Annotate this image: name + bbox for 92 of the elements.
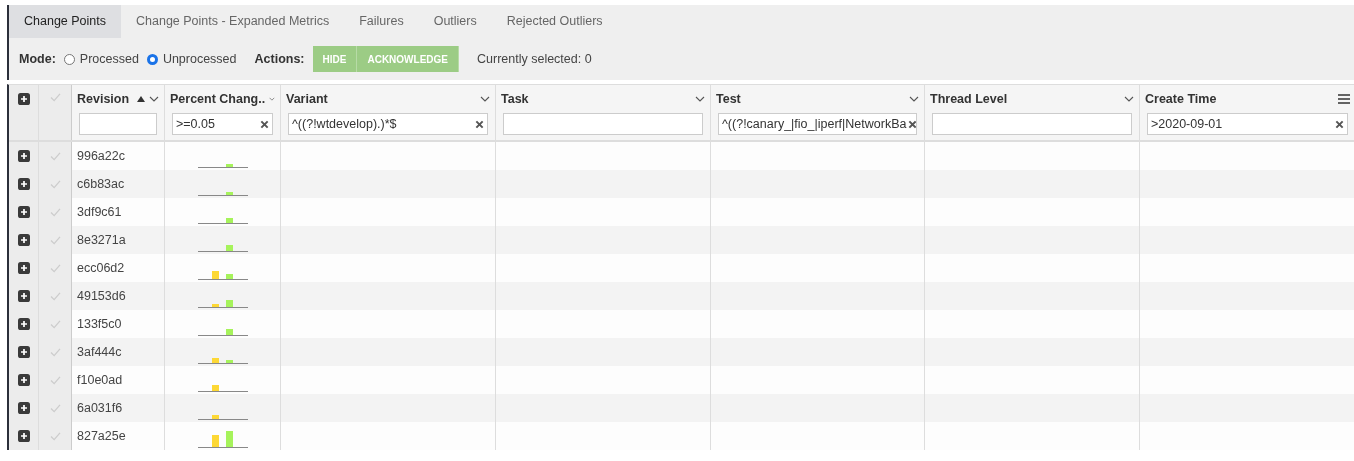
sparkline <box>197 271 248 280</box>
filter-field[interactable] <box>503 113 703 135</box>
revision-text: 3df9c61 <box>77 205 122 219</box>
check-icon[interactable] <box>49 319 61 329</box>
radio-icon[interactable] <box>146 53 158 65</box>
column-title: Create Time <box>1145 92 1218 106</box>
chevron-down-icon[interactable] <box>480 96 490 102</box>
tab[interactable]: Rejected Outliers <box>491 5 618 38</box>
radio-label: Unprocessed <box>162 52 237 66</box>
tab[interactable]: Change Points <box>9 5 121 38</box>
expand-icon[interactable] <box>17 402 30 414</box>
expand-icon[interactable] <box>17 374 30 386</box>
revision-text: 3af444c <box>77 345 122 359</box>
expand-icon[interactable] <box>17 262 30 274</box>
sparkline <box>197 300 248 308</box>
filter-field[interactable]: >2020-09-01 <box>1147 113 1348 135</box>
revision-text: 827a25e <box>77 429 126 443</box>
clear-icon[interactable] <box>1335 119 1344 129</box>
filter-field[interactable] <box>932 113 1132 135</box>
clear-icon[interactable] <box>260 119 269 129</box>
radio-label: Processed <box>79 52 139 66</box>
expand-icon[interactable] <box>17 346 30 358</box>
tab[interactable]: Failures <box>344 5 419 38</box>
menu-icon[interactable] <box>1338 94 1350 104</box>
check-icon[interactable] <box>49 179 61 189</box>
check-icon[interactable] <box>49 375 61 385</box>
column-header[interactable]: Thread Level <box>925 85 1140 140</box>
clear-icon[interactable] <box>475 119 484 129</box>
column-title: Variant <box>286 92 329 106</box>
sparkline <box>197 192 248 196</box>
sparkline <box>197 385 248 392</box>
actions-label: Actions: <box>254 52 305 66</box>
check-icon[interactable] <box>49 151 61 161</box>
expand-icon[interactable] <box>17 290 30 302</box>
sparkline <box>197 218 248 224</box>
revision-text: c6b83ac <box>77 177 125 191</box>
mode-label: Mode: <box>19 52 56 66</box>
check-icon[interactable] <box>49 347 61 357</box>
revision-text: f10e0ad <box>77 373 123 387</box>
selection-count: Currently selected: 0 <box>477 52 592 66</box>
column-title: Percent Chang.. <box>170 92 266 106</box>
clear-icon[interactable] <box>908 119 916 129</box>
revision-text: 133f5c0 <box>77 317 122 331</box>
filter-field[interactable]: ^((?!canary_|fio_|iperf|NetworkBa <box>718 113 917 135</box>
column-header[interactable]: Task <box>496 85 711 140</box>
column-header[interactable]: Test ^((?!canary_|fio_|iperf|NetworkBa <box>711 85 925 140</box>
expand-icon[interactable] <box>17 234 30 246</box>
chevron-down-icon[interactable] <box>695 96 705 102</box>
expand-icon[interactable] <box>17 150 30 162</box>
check-icon[interactable] <box>49 431 61 441</box>
sparkline <box>197 245 248 252</box>
expand-icon[interactable] <box>17 430 30 442</box>
column-title: Test <box>716 92 742 106</box>
mode-radio[interactable]: Processed <box>63 52 139 66</box>
expand-icon[interactable] <box>17 206 30 218</box>
revision-text: 996a22c <box>77 149 125 163</box>
revision-text: ecc06d2 <box>77 261 125 275</box>
check-icon[interactable] <box>49 291 61 301</box>
sparkline <box>197 329 248 336</box>
filter-field[interactable]: >=0.05 <box>172 113 273 135</box>
tab[interactable]: Change Points - Expanded Metrics <box>121 5 345 38</box>
expand-icon[interactable] <box>17 178 30 190</box>
sparkline <box>197 415 248 420</box>
check-icon[interactable] <box>49 93 61 102</box>
column-title: Task <box>501 92 530 106</box>
sparkline <box>197 358 248 364</box>
chevron-down-icon[interactable] <box>1124 96 1134 102</box>
sparkline <box>197 164 248 168</box>
column-title: Revision <box>77 92 131 106</box>
filter-field[interactable] <box>79 113 157 135</box>
check-icon[interactable] <box>49 263 61 273</box>
sort-ascending-icon[interactable] <box>137 96 145 102</box>
revision-text: 6a031f6 <box>77 401 123 415</box>
column-header[interactable]: Create Time >2020-09-01 <box>1140 85 1354 140</box>
expand-all-icon[interactable] <box>17 93 30 105</box>
column-header[interactable]: Revision <box>72 85 165 140</box>
expand-icon[interactable] <box>17 318 30 330</box>
mode-radio[interactable]: Unprocessed <box>146 52 237 66</box>
radio-icon[interactable] <box>63 53 75 65</box>
check-icon[interactable] <box>49 207 61 217</box>
check-icon[interactable] <box>49 403 61 413</box>
chevron-down-icon[interactable] <box>909 96 919 102</box>
column-header[interactable]: Percent Chang.. >=0.05 <box>165 85 281 140</box>
revision-text: 49153d6 <box>77 289 126 303</box>
column-title: Thread Level <box>930 92 1009 106</box>
revision-text: 8e3271a <box>77 233 126 247</box>
column-header[interactable]: Variant ^((?!wtdevelop).)*$ <box>281 85 496 140</box>
check-icon[interactable] <box>49 235 61 245</box>
sparkline <box>197 431 248 448</box>
chevron-down-icon[interactable] <box>149 96 159 102</box>
tab[interactable]: Outliers <box>418 5 492 38</box>
filter-field[interactable]: ^((?!wtdevelop).)*$ <box>288 113 488 135</box>
